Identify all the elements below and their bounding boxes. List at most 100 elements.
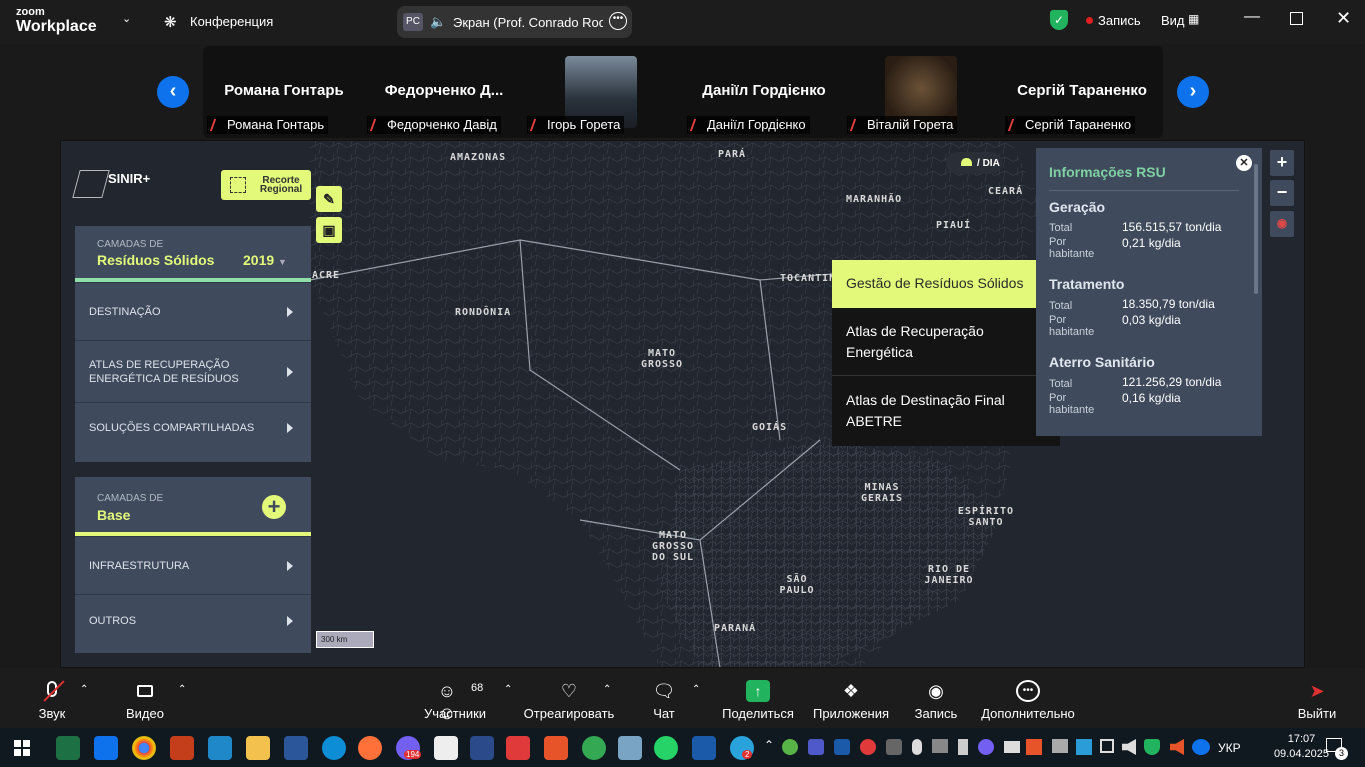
participants-button[interactable]: ☺☺ 68 Участники (420, 668, 490, 728)
zoom-titlebar: zoom Workplace ⌄ ❋ Конференция PC 🔈 Экра… (0, 0, 1365, 44)
windows-start-icon[interactable] (14, 740, 30, 756)
participant-tile[interactable]: Федорченко Д... Федорченко Давід (365, 46, 523, 136)
archive-icon[interactable] (618, 736, 642, 760)
whatsapp-icon[interactable] (654, 736, 678, 760)
year-select[interactable]: 2019 ▼ (243, 252, 287, 268)
draw-line-icon[interactable]: ✎ (316, 186, 342, 212)
layer-row-energy-atlas[interactable]: ATLAS DE RECUPERAÇÃO ENERGÉTICA DE RESÍD… (75, 340, 311, 402)
tray-app-icon[interactable] (886, 739, 902, 755)
add-layer-icon[interactable]: + (262, 495, 286, 519)
draw-polygon-icon[interactable]: ▣ (316, 217, 342, 243)
layer-row-shared-solutions[interactable]: SOLUÇÕES COMPARTILHADAS (75, 402, 311, 452)
regional-cut-button[interactable]: Recorte Regional (221, 170, 311, 200)
zoom-in-button[interactable]: + (1270, 150, 1294, 176)
anydesk-icon[interactable] (506, 736, 530, 760)
chrome-profile-icon[interactable] (582, 736, 606, 760)
minimize-icon[interactable]: — (1244, 8, 1260, 26)
participant-tile[interactable]: Сергій Тараненко Сергій Тараненко (1003, 46, 1161, 136)
edge-icon[interactable] (322, 736, 346, 760)
caret-up-icon[interactable]: ⌃ (692, 684, 700, 695)
meeting-label[interactable]: Конференция (190, 14, 273, 29)
menu-item-waste-management[interactable]: Gestão de Resíduos Sólidos (832, 260, 1060, 308)
wifi-icon[interactable] (1052, 739, 1068, 753)
zoom-out-button[interactable]: − (1270, 180, 1294, 206)
chrome-tray-icon[interactable] (860, 739, 876, 755)
grid-icon[interactable]: ▦ (1188, 12, 1199, 26)
caret-up-icon[interactable]: ⌃ (80, 684, 88, 695)
tray-app-icon[interactable] (1100, 739, 1114, 753)
chrome-icon[interactable] (132, 736, 156, 760)
info-scrollbar[interactable] (1254, 164, 1258, 294)
caret-up-icon[interactable]: ⌃ (504, 684, 512, 695)
audio-button[interactable]: Звук (24, 668, 80, 728)
participant-tile[interactable]: Даніїл Гордієнко Даніїл Гордієнко (685, 46, 843, 136)
video-button[interactable]: Видео (116, 668, 174, 728)
day-mode-toggle[interactable]: / DIA (946, 152, 1002, 174)
system-clock[interactable]: 17:07 09.04.2025 (1274, 732, 1329, 762)
notepad-icon[interactable] (434, 736, 458, 760)
state-label: MARANHÃO (846, 194, 903, 205)
participant-tile[interactable]: Романа Гонтарь Романа Гонтарь (205, 46, 363, 136)
display-tray-icon[interactable] (932, 739, 948, 753)
language-indicator[interactable]: УКР (1218, 741, 1241, 755)
layers-cube-icon[interactable]: ◉ (1270, 211, 1294, 237)
tray-app-icon[interactable] (1076, 739, 1092, 755)
tray-app-icon[interactable] (782, 739, 798, 755)
speaker-muted-icon[interactable] (1170, 739, 1184, 755)
close-window-icon[interactable]: ✕ (1336, 8, 1351, 29)
powerpoint-icon[interactable] (170, 736, 194, 760)
screen-share-pill[interactable]: PC 🔈 Экран (Prof. Conrado Rodrig ••• (397, 6, 632, 38)
teams-icon[interactable] (808, 739, 824, 755)
participant-tile[interactable]: Ігорь Горета (525, 46, 683, 136)
layer-row-destination[interactable]: DESTINAÇÃO (75, 282, 311, 340)
excel-icon[interactable] (56, 736, 80, 760)
view-menu[interactable]: Вид (1161, 13, 1185, 28)
tray-overflow-icon[interactable]: ⌃ (764, 738, 774, 752)
caret-up-icon[interactable]: ⌃ (178, 684, 186, 695)
wps-icon[interactable] (544, 736, 568, 760)
webex-icon[interactable] (692, 736, 716, 760)
zoom-app-icon[interactable] (94, 736, 118, 760)
participant-tile[interactable]: Віталій Горета (845, 46, 1003, 136)
section-heading: Aterro Sanitário (1049, 354, 1155, 370)
record-button[interactable]: ◉ Запись (908, 668, 964, 728)
prev-page-button[interactable]: ‹ (157, 76, 189, 108)
firefox-icon[interactable] (358, 736, 382, 760)
viber-tray-icon[interactable] (978, 739, 994, 755)
apps-button[interactable]: ❖ Приложения (810, 668, 892, 728)
info-label: Por habitante (1049, 314, 1095, 338)
maximize-icon[interactable] (1290, 12, 1303, 25)
react-button[interactable]: ♡ Отреагировать (522, 668, 616, 728)
caret-up-icon[interactable]: ⌃ (603, 684, 611, 695)
mic-tray-icon[interactable] (912, 739, 922, 755)
state-label: MATO GROSSO DO SUL (651, 530, 695, 563)
menu-item-energy-atlas[interactable]: Atlas de Recuperação Energética (832, 308, 1060, 376)
save-icon[interactable] (470, 736, 494, 760)
security-shield-icon[interactable]: ✓ (1050, 10, 1068, 30)
menu-item-destination-atlas[interactable]: Atlas de Destinação Final ABETRE (832, 377, 1060, 446)
share-button[interactable]: ↑ Поделиться (720, 668, 796, 728)
volume-icon[interactable] (1122, 739, 1136, 755)
word-icon[interactable] (284, 736, 308, 760)
sway-icon[interactable] (208, 736, 232, 760)
layer-row-others[interactable]: OUTROS (75, 594, 311, 646)
file-explorer-icon[interactable] (246, 736, 270, 760)
wps-tray-icon[interactable] (1026, 739, 1042, 755)
more-options-icon[interactable]: ••• (609, 12, 627, 30)
chevron-down-icon[interactable]: ⌄ (122, 12, 131, 25)
chat-button[interactable]: 🗨 Чат (644, 668, 684, 728)
more-button[interactable]: ••• Дополнительно (980, 668, 1076, 728)
record-status[interactable]: Запись (1098, 13, 1141, 28)
chevron-right-icon (287, 615, 293, 626)
close-icon[interactable]: ✕ (1236, 155, 1252, 171)
base-title: Base (97, 507, 131, 523)
security-tray-icon[interactable] (1144, 739, 1160, 755)
layer-row-infrastructure[interactable]: INFRAESTRUTURA (75, 536, 311, 594)
battery-tray-icon[interactable] (1004, 741, 1020, 753)
next-page-button[interactable]: › (1177, 76, 1209, 108)
webex-tray-icon[interactable] (834, 739, 850, 755)
zoom-tray-icon[interactable] (1192, 739, 1210, 755)
leave-button[interactable]: ➤ Выйти (1294, 668, 1340, 728)
layer-row-label: OUTROS (89, 615, 137, 627)
usb-tray-icon[interactable] (958, 739, 968, 755)
